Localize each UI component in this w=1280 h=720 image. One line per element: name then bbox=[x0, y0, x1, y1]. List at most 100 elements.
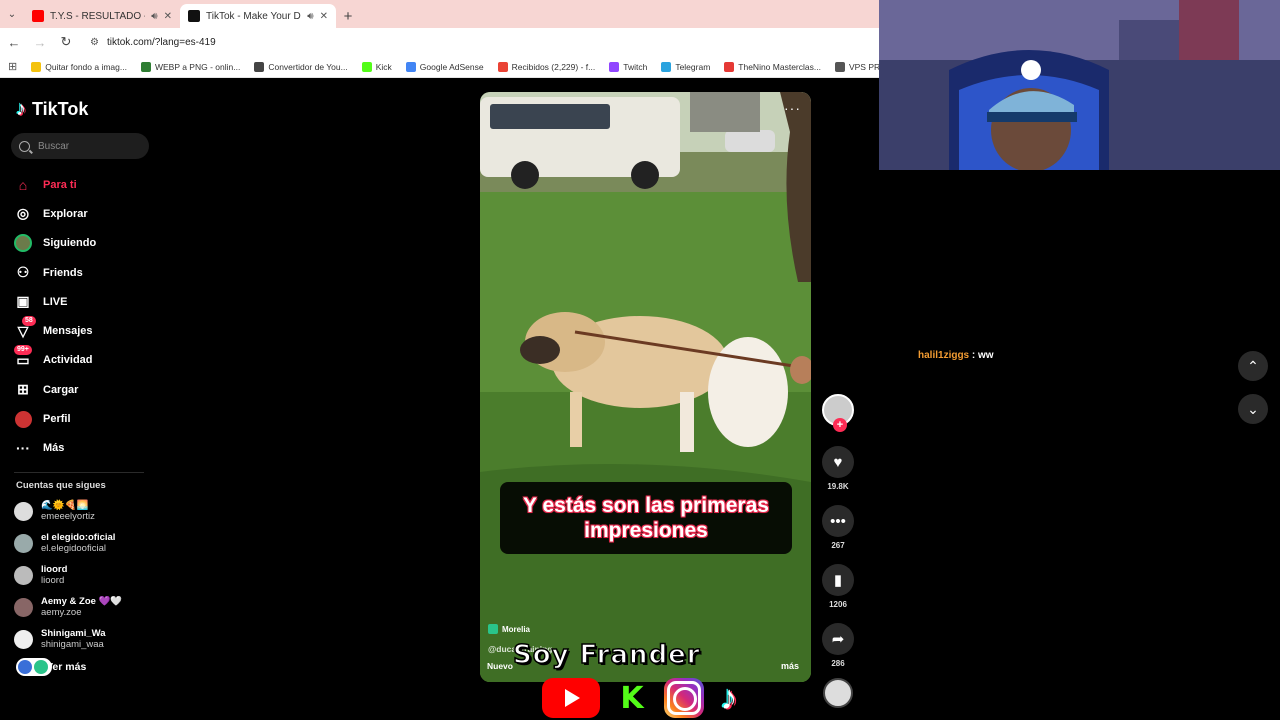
browser-tab-bar: ⌄ T.Y.S - RESULTADO - YouTube 🔊︎ ✕ TikTo… bbox=[0, 0, 880, 28]
bookmark-icon bbox=[497, 61, 508, 72]
chat-username: halil1ziggs bbox=[918, 350, 970, 361]
divider bbox=[14, 472, 144, 473]
upload-icon: ⊞ bbox=[17, 381, 29, 398]
bookmark[interactable]: Recibidos (2,229) - f... bbox=[497, 61, 595, 72]
instagram-icon bbox=[664, 678, 704, 718]
tiktok-icon bbox=[188, 10, 200, 22]
tiktok-logo[interactable]: ♪ TikTok bbox=[16, 98, 88, 121]
like-button[interactable]: ♥ bbox=[822, 446, 854, 478]
next-video-button[interactable]: ⌄ bbox=[1238, 394, 1268, 424]
address-bar: ← → ↻ ⚙ tiktok.com/?lang=es-419 bbox=[0, 28, 880, 56]
like-count: 19.8K bbox=[827, 482, 849, 491]
close-tab-icon[interactable]: ✕ bbox=[320, 11, 328, 22]
comment-button[interactable]: ••• bbox=[822, 505, 854, 537]
following-account[interactable]: Shinigami_Wa shinigami_waa bbox=[14, 624, 154, 654]
webcam-overlay bbox=[879, 0, 1280, 170]
previous-video-button[interactable]: ⌃ bbox=[1238, 351, 1268, 381]
get-app-icon[interactable] bbox=[16, 658, 52, 676]
bookmark[interactable]: Quitar fondo a imag... bbox=[31, 61, 127, 72]
following-section-title: Cuentas que sigues bbox=[16, 480, 106, 491]
tab-youtube[interactable]: T.Y.S - RESULTADO - YouTube 🔊︎ ✕ bbox=[24, 4, 180, 28]
music-disc-icon[interactable] bbox=[823, 678, 853, 708]
following-account[interactable]: Aemy & Zoe 💜🤍 aemy.zoe bbox=[14, 592, 154, 622]
bookmark[interactable]: VPS PRO - ColdHost... bbox=[834, 61, 880, 72]
see-more-link[interactable]: Ver más bbox=[16, 658, 86, 676]
bookmark[interactable]: Kick bbox=[361, 61, 392, 72]
tab-search-icon[interactable]: ⌄ bbox=[0, 0, 24, 28]
chat-message: halil1ziggs : ww bbox=[918, 350, 994, 361]
more-options-icon[interactable]: ··· bbox=[784, 100, 801, 116]
sidebar-item-friends[interactable]: ⚇ Friends bbox=[14, 258, 154, 287]
bookmark[interactable]: Google AdSense bbox=[405, 61, 484, 72]
bookmark-icon bbox=[361, 61, 372, 72]
share-count: 286 bbox=[831, 659, 845, 668]
sidebar-item-mensajes[interactable]: ▽ 58 Mensajes bbox=[14, 316, 154, 345]
screen: ⌄ T.Y.S - RESULTADO - YouTube 🔊︎ ✕ TikTo… bbox=[0, 0, 1280, 720]
url-input[interactable]: ⚙ tiktok.com/?lang=es-419 bbox=[84, 30, 872, 54]
compass-icon: ◎ bbox=[16, 205, 30, 222]
follow-plus-icon[interactable]: + bbox=[833, 418, 847, 432]
forward-icon[interactable]: → bbox=[28, 30, 52, 54]
share-icon: ➦ bbox=[831, 631, 845, 648]
creator-avatar[interactable]: + bbox=[822, 394, 854, 432]
bookmark-icon bbox=[609, 61, 620, 72]
avatar bbox=[14, 565, 33, 585]
sidebar-item-mas[interactable]: ··· Más bbox=[14, 434, 154, 463]
avatar bbox=[14, 629, 33, 649]
tiktok-note-icon: ♪ bbox=[16, 98, 26, 120]
search-input[interactable] bbox=[38, 140, 138, 152]
bookmark-icon: ▮ bbox=[833, 572, 843, 589]
sidebar-item-siguiendo[interactable]: Siguiendo bbox=[14, 229, 154, 258]
following-account[interactable]: 🌊🌞🍕🌅 emeeelyortiz bbox=[14, 496, 154, 526]
action-rail: + ♥ 19.8K ••• 267 ▮ 1206 ➦ 286 bbox=[820, 394, 856, 708]
close-tab-icon[interactable]: ✕ bbox=[164, 11, 172, 22]
comment-count: 267 bbox=[831, 541, 845, 550]
youtube-icon bbox=[32, 10, 44, 22]
apps-icon[interactable]: ⊞ bbox=[8, 60, 17, 73]
sidebar-nav: ⌂ Para ti ◎ Explorar Siguiendo ⚇ Friends… bbox=[14, 170, 154, 463]
bookmark-icon bbox=[724, 61, 735, 72]
bookmark[interactable]: TheNino Masterclas... bbox=[724, 61, 821, 72]
sidebar-item-live[interactable]: ▣ LIVE bbox=[14, 287, 154, 316]
save-count: 1206 bbox=[829, 600, 847, 609]
bookmark[interactable]: Twitch bbox=[609, 61, 647, 72]
share-button[interactable]: ➦ bbox=[822, 623, 854, 655]
sidebar-item-para-ti[interactable]: ⌂ Para ti bbox=[14, 170, 154, 199]
video-frame bbox=[480, 92, 811, 682]
tiktok-page: ♪ TikTok ⌂ Para ti ◎ Explorar Siguiendo … bbox=[0, 78, 880, 720]
home-icon: ⌂ bbox=[18, 176, 28, 193]
comment-icon: ••• bbox=[830, 512, 846, 530]
location-icon bbox=[488, 624, 498, 634]
sidebar-item-actividad[interactable]: ▭ 99+ Actividad bbox=[14, 345, 154, 375]
activity-icon: ▭ 99+ bbox=[14, 345, 32, 369]
tab-title: T.Y.S - RESULTADO - YouTube bbox=[50, 10, 145, 22]
sidebar-item-perfil[interactable]: Perfil bbox=[14, 404, 154, 433]
tab-tiktok[interactable]: TikTok - Make Your Day 🔊︎ ✕ bbox=[180, 4, 336, 28]
location-tag[interactable]: Morelia bbox=[488, 624, 530, 634]
more-description-link[interactable]: más bbox=[781, 661, 799, 671]
sidebar-item-explorar[interactable]: ◎ Explorar bbox=[14, 199, 154, 228]
speaker-icon[interactable]: 🔊︎ bbox=[151, 11, 157, 22]
following-account[interactable]: lioord lioord bbox=[14, 560, 154, 590]
chevron-up-icon: ⌃ bbox=[1247, 357, 1259, 374]
site-info-icon[interactable]: ⚙ bbox=[90, 37, 99, 48]
sidebar-item-cargar[interactable]: ⊞ Cargar bbox=[14, 375, 154, 404]
avatar bbox=[14, 597, 33, 617]
bookmark-icon bbox=[140, 61, 151, 72]
activity-badge: 99+ bbox=[14, 345, 32, 356]
video-description: Nuevo bbox=[487, 661, 513, 671]
bookmark[interactable]: Convertidor de You... bbox=[254, 61, 348, 72]
streamer-name-overlay: Soy Frander bbox=[512, 639, 701, 671]
save-button[interactable]: ▮ bbox=[822, 564, 854, 596]
more-icon: ··· bbox=[16, 440, 30, 457]
speaker-icon[interactable]: 🔊︎ bbox=[307, 11, 313, 22]
video-player[interactable]: ··· Y estás son las primeras impresiones… bbox=[480, 92, 811, 682]
new-tab-button[interactable]: + bbox=[336, 4, 360, 28]
following-account[interactable]: el elegido:oficial el.elegidooficial bbox=[14, 528, 154, 558]
bookmark[interactable]: WEBP a PNG - onlin... bbox=[140, 61, 240, 72]
search-box[interactable] bbox=[11, 133, 149, 159]
back-icon[interactable]: ← bbox=[2, 30, 26, 54]
reload-icon[interactable]: ↻ bbox=[54, 30, 78, 54]
bookmark[interactable]: Telegram bbox=[661, 61, 710, 72]
following-avatar-icon bbox=[14, 234, 32, 253]
